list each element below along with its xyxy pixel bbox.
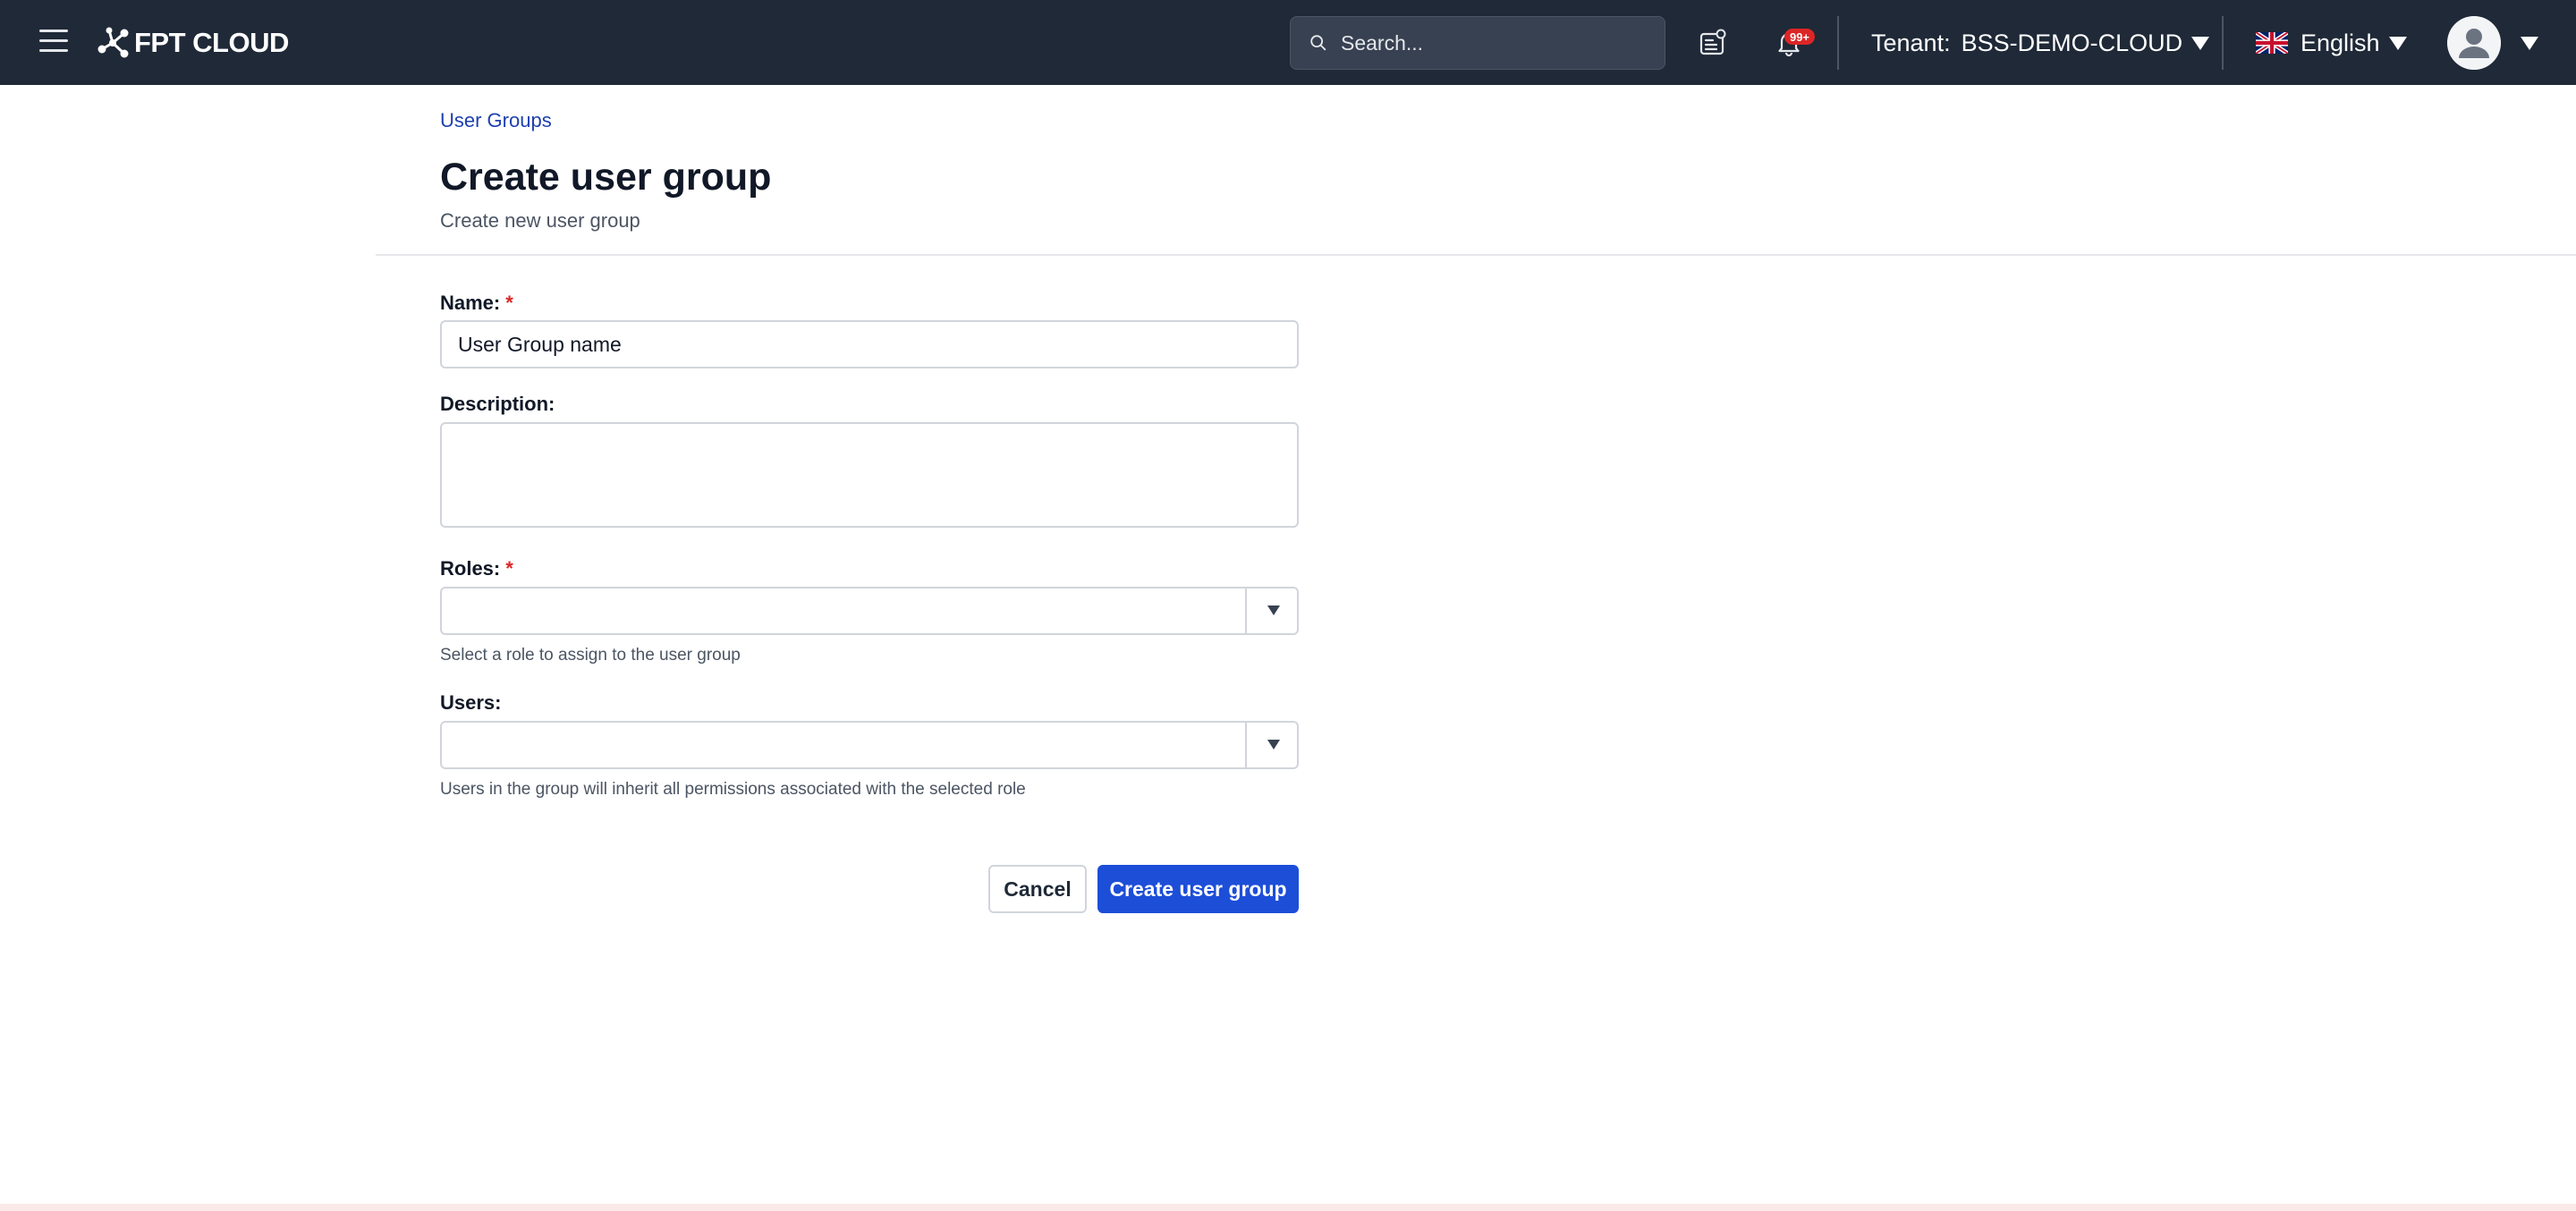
- task-list-button[interactable]: [1693, 23, 1733, 63]
- dropdown-arrow-icon[interactable]: [1267, 606, 1280, 615]
- tenant-value: BSS-DEMO-CLOUD: [1961, 29, 2183, 56]
- dropdown-arrow-icon[interactable]: [1267, 740, 1280, 749]
- top-navigation-bar: FPT CLOUD Search... 99+ Tenant: BSS-DEMO…: [0, 0, 2576, 85]
- select-separator: [1245, 589, 1247, 633]
- notification-count-badge: 99+: [1784, 29, 1815, 45]
- user-group-name-input[interactable]: User Group name: [440, 320, 1299, 368]
- logo-network-icon: [97, 27, 129, 58]
- language-selector[interactable]: English: [2256, 27, 2407, 59]
- name-label-text: Name:: [440, 292, 501, 314]
- roles-field-label: Roles: *: [440, 557, 513, 580]
- user-menu[interactable]: [2447, 15, 2538, 71]
- language-value: English: [2301, 29, 2380, 56]
- users-hint: Users in the group will inherit all perm…: [440, 780, 1026, 799]
- user-avatar-icon: [2447, 16, 2501, 70]
- search-icon: [1310, 35, 1326, 51]
- name-input-placeholder: User Group name: [458, 332, 622, 356]
- page-subtitle: Create new user group: [440, 209, 640, 232]
- description-textarea[interactable]: [440, 422, 1299, 528]
- hamburger-menu-icon[interactable]: [39, 30, 68, 55]
- caret-down-icon: [2191, 36, 2210, 50]
- fpt-cloud-logo[interactable]: FPT CLOUD: [95, 25, 289, 61]
- cancel-button[interactable]: Cancel: [988, 865, 1087, 913]
- header-divider: [376, 254, 2576, 256]
- name-field-label: Name: *: [440, 292, 513, 315]
- page-title: Create user group: [440, 156, 772, 199]
- global-search-input[interactable]: Search...: [1290, 16, 1665, 70]
- roles-hint: Select a role to assign to the user grou…: [440, 646, 741, 665]
- description-field-label: Description:: [440, 393, 555, 415]
- nav-divider: [2222, 16, 2224, 70]
- breadcrumb-user-groups[interactable]: User Groups: [440, 109, 552, 132]
- search-placeholder: Search...: [1341, 30, 1424, 55]
- roles-select[interactable]: [440, 587, 1299, 635]
- nav-divider: [1837, 16, 1839, 70]
- users-select[interactable]: [440, 721, 1299, 769]
- tenant-label: Tenant:: [1871, 29, 1951, 56]
- roles-label-text: Roles:: [440, 557, 501, 580]
- bottom-edge-strip: [0, 1204, 2576, 1211]
- create-user-group-button[interactable]: Create user group: [1097, 865, 1299, 913]
- task-list-icon: [1699, 29, 1726, 55]
- uk-flag-icon: [2256, 32, 2288, 54]
- select-separator: [1245, 723, 1247, 767]
- required-marker: *: [505, 292, 513, 314]
- users-field-label: Users:: [440, 691, 502, 714]
- caret-down-icon: [2388, 36, 2407, 50]
- required-marker: *: [505, 557, 513, 580]
- tenant-selector[interactable]: Tenant: BSS-DEMO-CLOUD: [1871, 27, 2210, 59]
- caret-down-icon: [2521, 36, 2538, 50]
- logo-text: FPT CLOUD: [134, 27, 289, 58]
